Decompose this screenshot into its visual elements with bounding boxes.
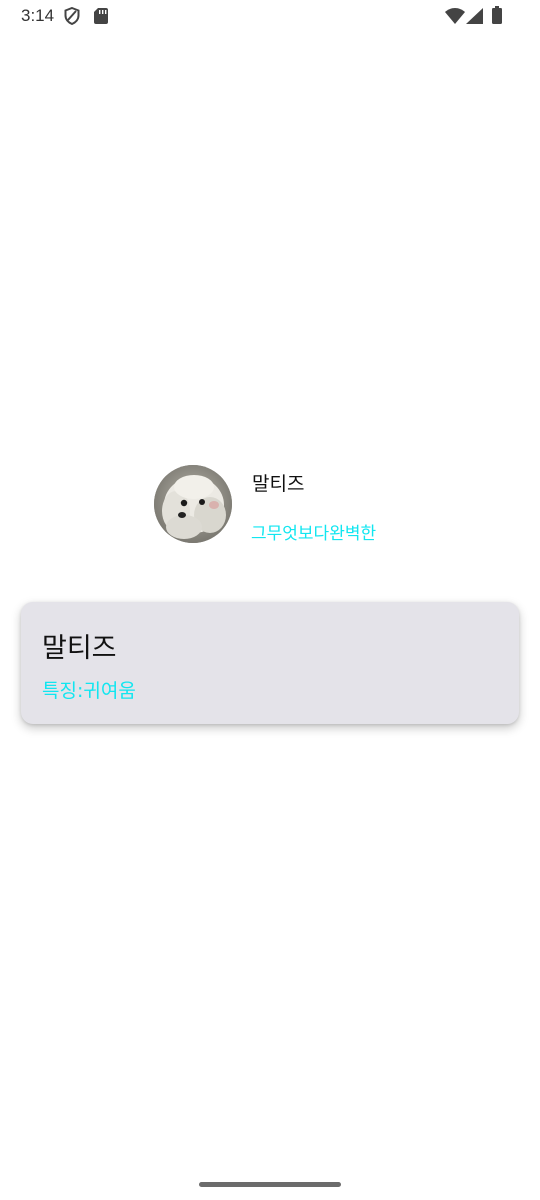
profile-name: 말티즈 — [252, 473, 305, 495]
cell-signal-icon — [466, 8, 483, 24]
profile-tagline: 그무엇보다완벽한 — [251, 524, 377, 544]
shield-icon — [64, 7, 80, 25]
battery-icon — [492, 6, 502, 24]
dog-photo-icon — [154, 465, 232, 543]
status-time: 3:14 — [21, 6, 55, 25]
profile-row: 말티즈 그무엇보다완벽한 — [154, 465, 414, 545]
card-subtitle: 특징:귀여움 — [42, 680, 136, 702]
gesture-bar[interactable] — [199, 1182, 341, 1187]
avatar — [154, 465, 232, 543]
wifi-icon — [445, 8, 465, 24]
card-title: 말티즈 — [42, 633, 117, 664]
info-card[interactable]: 말티즈 특징:귀여움 — [21, 602, 519, 724]
sd-card-icon — [94, 8, 108, 24]
status-bar: 3:14 — [0, 0, 540, 32]
